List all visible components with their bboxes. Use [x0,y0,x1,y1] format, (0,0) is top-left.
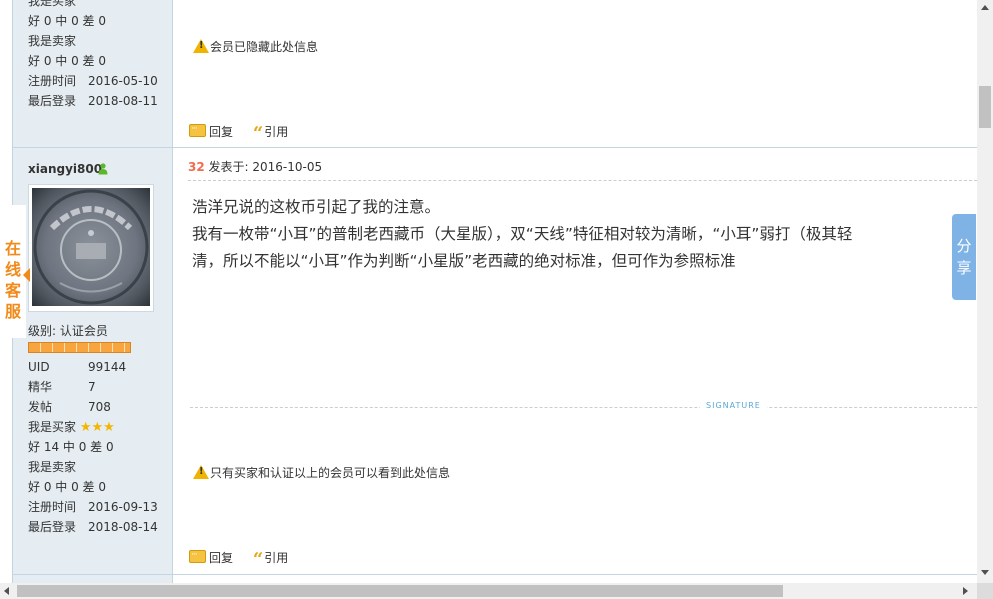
avatar-image [32,188,150,306]
restricted-info-notice: 只有买家和认证以上的会员可以看到此处信息 [193,464,450,482]
next-post-user-sidebar [13,575,173,583]
post-32: xiangyi800 级别: 认证会员 UID 99144 精华 7 发帖 70… [13,148,977,574]
content-line: 我有一枚带“小耳”的普制老西藏币（大星版），双“天线”特征相对较为清晰，“小耳”… [192,225,853,243]
online-service-label: 在线客服 [4,239,21,321]
buyer-label: 我是买家 [28,0,77,8]
post-actions: 回复 “引用 [189,546,304,569]
digest-row: 精华 7 [28,380,96,394]
post-meta: 32 发表于: 2016-10-05 [188,158,322,175]
content-line: 清，所以不能以“小耳”作为判断“小星版”老西藏的绝对标准，但可作为参照标准 [192,252,736,270]
star-icon: ★ [91,420,104,435]
last-login-date: 最后登录 2018-08-11 [28,94,158,108]
next-post [13,575,977,583]
seller-rating: 好 0 中 0 差 0 [28,54,106,68]
share-tab[interactable]: 分享 [952,214,976,300]
thread-page: 我是买家 好 0 中 0 差 0 我是卖家 好 0 中 0 差 0 注册时间 20… [0,0,977,583]
member-level: 级别: 认证会员 [28,324,108,338]
scroll-up-arrow-icon[interactable] [981,5,989,10]
previous-post-body: 会员已隐藏此处信息 回复 “引用 [173,0,977,147]
seller-label: 我是卖家 [28,460,77,474]
star-icon: ★ [103,420,115,435]
vertical-scroll-thumb[interactable] [979,86,991,128]
warning-icon [193,39,209,53]
previous-post-actions: 回复 “引用 [189,120,304,143]
content-line: 浩洋兄说的这枚币引起了我的注意。 [192,198,441,216]
reply-icon [189,546,206,564]
reply-icon [189,120,206,138]
post-time: 发表于: 2016-10-05 [204,160,323,174]
previous-post-user-sidebar: 我是买家 好 0 中 0 差 0 我是卖家 好 0 中 0 差 0 注册时间 20… [13,0,173,147]
signature-divider [190,407,977,408]
horizontal-scroll-thumb[interactable] [17,585,783,597]
arrow-left-icon [23,268,30,282]
warning-icon [193,465,209,479]
buyer-rating: 好 14 中 0 差 0 [28,440,114,454]
previous-post: 我是买家 好 0 中 0 差 0 我是卖家 好 0 中 0 差 0 注册时间 20… [13,0,977,147]
scroll-right-arrow-icon[interactable] [963,587,968,595]
online-user-icon [98,163,108,175]
scroll-left-arrow-icon[interactable] [4,587,9,595]
scroll-down-arrow-icon[interactable] [981,570,989,575]
quote-icon: “ [252,123,264,144]
signature-label: SIGNATURE [700,401,767,410]
level-progress-bar [28,342,131,353]
quote-button[interactable]: “引用 [253,123,288,143]
quote-button[interactable]: “引用 [253,549,288,569]
post-content: 浩洋兄说的这枚币引起了我的注意。 我有一枚带“小耳”的普制老西藏币（大星版），双… [192,194,952,275]
quote-icon: “ [252,549,264,570]
star-icon: ★ [79,420,92,435]
scrollbar-corner [977,583,993,599]
online-service-tab[interactable]: 在线客服 [0,205,30,338]
buyer-rating: 好 0 中 0 差 0 [28,14,106,28]
posts-row: 发帖 708 [28,400,111,414]
floor-number[interactable]: 32 [188,160,205,174]
username-link[interactable]: xiangyi800 [28,162,102,176]
horizontal-scrollbar[interactable] [0,583,977,599]
hidden-info-notice: 会员已隐藏此处信息 [193,38,318,56]
reply-button[interactable]: 回复 [189,546,233,567]
register-date: 注册时间 2016-09-13 [28,500,158,514]
post-body: 32 发表于: 2016-10-05 浩洋兄说的这枚币引起了我的注意。 我有一枚… [173,148,977,574]
vertical-scrollbar[interactable] [977,0,993,583]
meta-divider [188,180,977,181]
post-user-sidebar: xiangyi800 级别: 认证会员 UID 99144 精华 7 发帖 70… [13,148,173,574]
buyer-label: 我是买家 ★★★ [28,420,115,435]
seller-rating: 好 0 中 0 差 0 [28,480,106,494]
seller-label: 我是卖家 [28,34,77,48]
register-date: 注册时间 2016-05-10 [28,74,158,88]
last-login-date: 最后登录 2018-08-14 [28,520,158,534]
uid-row: UID 99144 [28,360,127,374]
avatar[interactable] [28,184,154,312]
reply-button[interactable]: 回复 [189,120,233,141]
share-label: 分享 [956,237,972,277]
